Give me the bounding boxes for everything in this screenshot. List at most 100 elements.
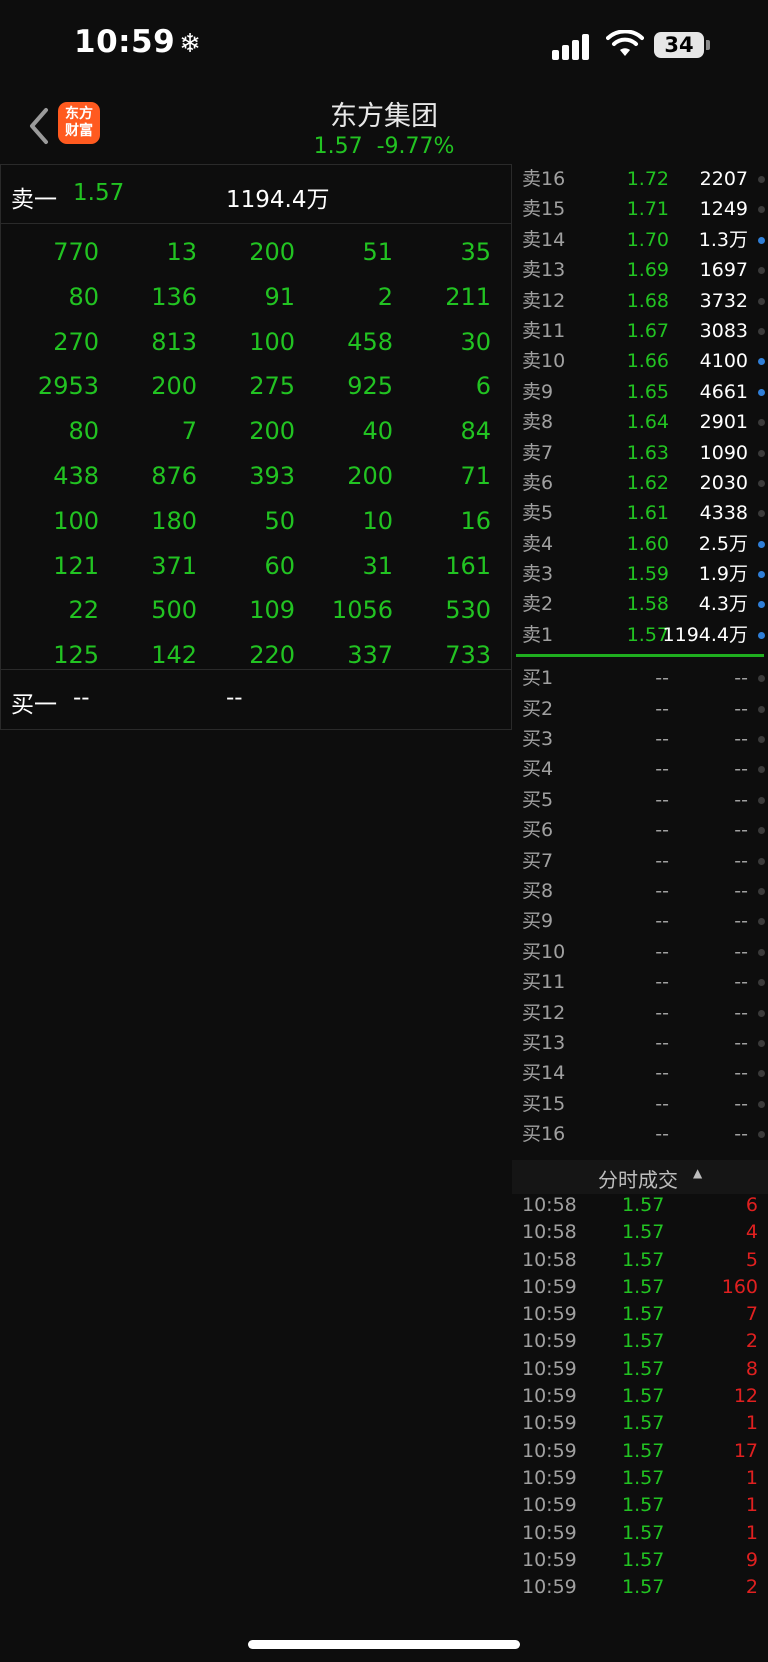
spread-divider [516, 654, 764, 658]
bid-level-row[interactable]: 买15 -- -- [514, 1089, 768, 1119]
queue-cell: 109 [249, 596, 295, 625]
tick-row: 10:59 1.57 1 [514, 1520, 768, 1547]
queue-cell: 438 [53, 461, 99, 490]
buy1-summary-row[interactable]: 买一 -- -- [0, 670, 512, 730]
tick-row: 10:59 1.57 12 [514, 1383, 768, 1410]
level-label: 卖15 [522, 198, 566, 221]
level-volume: 3083 [699, 319, 748, 342]
ask-level-row[interactable]: 卖7 1.63 1090 [514, 438, 768, 468]
sell1-summary-row[interactable]: 卖一 1.57 1194.4万 [0, 164, 512, 224]
level-dot-icon [758, 510, 765, 518]
queue-cell: 7 [181, 417, 197, 446]
bid-level-row[interactable]: 买7 -- -- [514, 846, 768, 876]
bid-level-row[interactable]: 买14 -- -- [514, 1058, 768, 1088]
collapse-arrow-icon[interactable]: ▲ [693, 1166, 702, 1180]
queue-cell: 50 [264, 506, 295, 535]
ask-level-row[interactable]: 卖16 1.72 2207 [514, 164, 768, 194]
queue-cell: 60 [264, 551, 295, 580]
tick-row: 10:59 1.57 9 [514, 1547, 768, 1574]
bid-level-row[interactable]: 买16 -- -- [514, 1119, 768, 1149]
tick-volume: 12 [733, 1385, 758, 1408]
bid-level-row[interactable]: 买11 -- -- [514, 967, 768, 997]
bid-level-row[interactable]: 买9 -- -- [514, 906, 768, 936]
tick-row: 10:59 1.57 7 [514, 1301, 768, 1328]
level-label: 买6 [522, 819, 554, 842]
queue-cell: 22 [68, 596, 99, 625]
queue-row: 22 500 109 1056 530 [1, 588, 511, 633]
ask-level-row[interactable]: 卖15 1.71 1249 [514, 194, 768, 224]
level-volume: 4.3万 [698, 593, 748, 616]
queue-cell: 925 [347, 372, 393, 401]
bid-level-row[interactable]: 买5 -- -- [514, 785, 768, 815]
ask-level-row[interactable]: 卖4 1.60 2.5万 [514, 529, 768, 559]
level-label: 买5 [522, 788, 554, 811]
tick-volume: 160 [721, 1275, 758, 1298]
level-label: 买3 [522, 728, 554, 751]
level-volume: -- [734, 697, 748, 720]
level-dot-icon [758, 766, 765, 774]
ask-level-row[interactable]: 卖3 1.59 1.9万 [514, 559, 768, 589]
level-price: -- [655, 879, 669, 902]
queue-cell: 200 [249, 417, 295, 446]
level-label: 卖10 [522, 350, 566, 373]
ask-level-row[interactable]: 卖5 1.61 4338 [514, 498, 768, 528]
bid-levels: 买1 -- -- 买2 -- -- 买3 -- -- 买4 -- -- 买5 -- -- 买6 -- -- 买7 --… [514, 663, 768, 1149]
level-dot-icon [758, 979, 765, 987]
ticks-header[interactable]: 分时成交 ▲ [512, 1160, 768, 1194]
level-price: 1.64 [626, 411, 669, 434]
level-price: 1.67 [626, 319, 669, 342]
queue-cell: 200 [151, 372, 197, 401]
cellular-signal-icon [552, 32, 596, 60]
level-label: 卖16 [522, 168, 566, 190]
queue-cell: 80 [68, 417, 99, 446]
ask-level-row[interactable]: 卖11 1.67 3083 [514, 316, 768, 346]
tick-time: 10:59 [522, 1548, 577, 1571]
ask-level-row[interactable]: 卖6 1.62 2030 [514, 468, 768, 498]
queue-cell: 770 [53, 238, 99, 266]
tick-volume: 1 [745, 1412, 758, 1435]
queue-cell: 1056 [331, 596, 393, 625]
queue-cell: 180 [151, 506, 197, 535]
ask-level-row[interactable]: 卖9 1.65 4661 [514, 377, 768, 407]
bid-level-row[interactable]: 买3 -- -- [514, 724, 768, 754]
queue-cell: 200 [347, 461, 393, 490]
bid-level-row[interactable]: 买10 -- -- [514, 937, 768, 967]
bid-level-row[interactable]: 买13 -- -- [514, 1028, 768, 1058]
ask-level-row[interactable]: 卖8 1.64 2901 [514, 407, 768, 437]
level-price: -- [655, 849, 669, 872]
battery-icon: 34 [654, 32, 704, 58]
queue-cell: 275 [249, 372, 295, 401]
level-volume: 1.9万 [698, 563, 748, 586]
tick-time: 10:59 [522, 1303, 577, 1326]
queue-cell: 270 [53, 327, 99, 356]
tick-price: 1.57 [622, 1194, 665, 1216]
snowflake-icon: ❄ [179, 29, 202, 59]
tick-row: 10:59 1.57 2 [514, 1574, 768, 1601]
ask-level-row[interactable]: 卖13 1.69 1697 [514, 255, 768, 285]
tick-time: 10:59 [522, 1275, 577, 1298]
ask-level-row[interactable]: 卖12 1.68 3732 [514, 286, 768, 316]
tick-row: 10:58 1.57 4 [514, 1219, 768, 1246]
tick-row: 10:58 1.57 5 [514, 1247, 768, 1274]
bid-level-row[interactable]: 买12 -- -- [514, 998, 768, 1028]
level-dot-icon [758, 236, 765, 244]
level-label: 卖2 [522, 593, 554, 616]
ask-level-row[interactable]: 卖1 1.57 1194.4万 [514, 620, 768, 650]
ask-level-row[interactable]: 卖2 1.58 4.3万 [514, 589, 768, 619]
level-price: -- [655, 971, 669, 994]
level-volume: -- [734, 1031, 748, 1054]
ask-level-row[interactable]: 卖14 1.70 1.3万 [514, 225, 768, 255]
level-label: 卖5 [522, 502, 554, 525]
level-price: -- [655, 1062, 669, 1085]
bid-level-row[interactable]: 买2 -- -- [514, 694, 768, 724]
home-indicator[interactable] [248, 1640, 520, 1649]
tick-price: 1.57 [622, 1466, 665, 1489]
bid-level-row[interactable]: 买1 -- -- [514, 663, 768, 693]
bid-level-row[interactable]: 买8 -- -- [514, 876, 768, 906]
bid-level-row[interactable]: 买6 -- -- [514, 815, 768, 845]
bid-level-row[interactable]: 买4 -- -- [514, 754, 768, 784]
level-volume: 4338 [699, 502, 748, 525]
ask-level-row[interactable]: 卖10 1.66 4100 [514, 346, 768, 376]
level-dot-icon [758, 571, 765, 579]
queue-cell: 6 [475, 372, 491, 401]
